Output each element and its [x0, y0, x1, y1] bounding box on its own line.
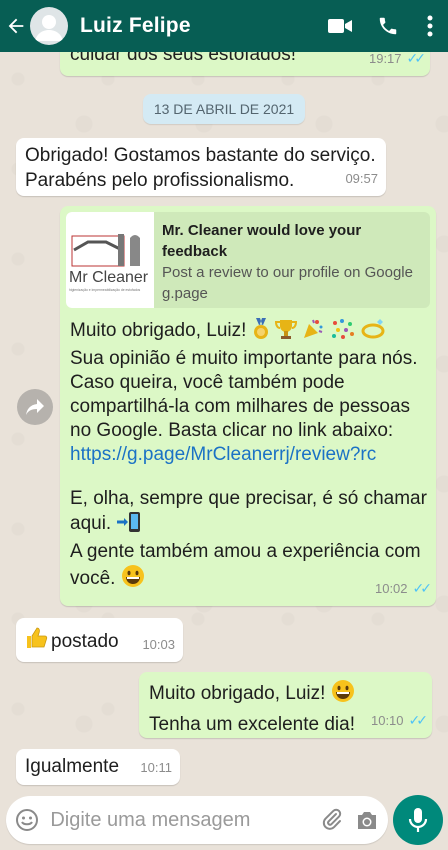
message-text-line: Caso queira, você também pode	[70, 372, 345, 393]
message-meta: 10:03	[142, 632, 175, 657]
logo-text: Mr Cleaner	[69, 269, 149, 286]
forward-icon	[26, 399, 44, 415]
read-receipt-icon: ✓✓	[412, 580, 433, 596]
message-meta: 10:11	[140, 755, 172, 780]
composer	[0, 792, 448, 850]
grinning-face-emoji-icon	[331, 679, 355, 711]
message-text: postado	[51, 631, 119, 652]
thumbs-up-emoji-icon	[25, 626, 49, 657]
back-button[interactable]	[2, 0, 30, 52]
grinning-face-emoji-icon	[121, 564, 145, 595]
message-outgoing[interactable]: cuidar dos seus estofados! 19:17 ✓✓	[60, 52, 430, 76]
date-separator: 13 DE ABRIL DE 2021	[143, 94, 305, 124]
ring-emoji-icon	[361, 318, 385, 347]
emoji-icon	[16, 809, 39, 831]
logo-subtext: higienização e impermeabilização de esto…	[69, 288, 141, 292]
party-popper-emoji-icon	[302, 318, 324, 347]
message-text-line: Muito obrigado, Luiz!	[70, 320, 247, 341]
microphone-icon	[408, 808, 428, 832]
paperclip-icon	[323, 808, 342, 830]
read-receipt-icon: ✓✓	[408, 712, 429, 728]
message-text: cuidar dos seus estofados!	[70, 52, 297, 65]
message-meta: 10:10 ✓✓	[370, 708, 429, 733]
default-avatar-icon	[35, 15, 63, 41]
message-outgoing[interactable]: Muito obrigado, Luiz! Tenha um excelente…	[139, 672, 432, 738]
attach-button[interactable]	[315, 796, 349, 844]
message-input[interactable]	[50, 808, 316, 832]
message-text-line: Sua opinião é muito importante para nós.	[70, 348, 418, 369]
arrow-left-icon	[8, 18, 24, 34]
message-time: 19:17	[368, 52, 402, 66]
link-description: Post a review to our profile on Google	[162, 264, 413, 281]
message-incoming[interactable]: Obrigado! Gostamos bastante do serviço. …	[16, 138, 386, 196]
message-text-line: Muito obrigado, Luiz!	[149, 683, 326, 704]
message-text-line: Obrigado! Gostamos bastante do serviço.	[25, 145, 376, 166]
avatar[interactable]	[30, 7, 68, 45]
message-input-box[interactable]	[6, 796, 388, 844]
message-list[interactable]: cuidar dos seus estofados! 19:17 ✓✓ 13 D…	[0, 52, 448, 792]
link-domain: g.page	[162, 285, 208, 302]
mr-cleaner-logo-icon: Mr Cleaner higienização e impermeabiliza…	[69, 234, 149, 292]
emoji-button[interactable]	[10, 796, 44, 844]
message-text-line: Parabéns pelo profissionalismo.	[25, 170, 295, 191]
message-text-line: compartilhá-la com milhares de pessoas	[70, 396, 411, 417]
message-text-line: no Google. Basta clicar no link abaixo:	[70, 420, 394, 441]
voice-call-button[interactable]	[364, 0, 412, 52]
message-outgoing-review[interactable]: Mr Cleaner higienização e impermeabiliza…	[60, 206, 436, 606]
forward-button[interactable]	[17, 389, 53, 425]
medal-emoji-icon	[252, 318, 270, 347]
message-incoming[interactable]: postado 10:03	[16, 618, 183, 662]
chat-header: Luiz Felipe	[0, 0, 448, 52]
video-call-button[interactable]	[316, 0, 364, 52]
link-preview-card[interactable]: Mr Cleaner higienização e impermeabiliza…	[66, 212, 430, 308]
message-time: 10:03	[142, 637, 175, 652]
video-camera-icon	[328, 19, 352, 33]
phone-icon	[379, 17, 397, 35]
message-text: Igualmente	[25, 756, 120, 777]
confetti-emoji-icon	[330, 318, 356, 347]
message-text-line: A gente também amou a experiência com	[70, 541, 421, 562]
message-incoming[interactable]: Igualmente 10:11	[16, 749, 180, 785]
mobile-phone-arrow-emoji-icon	[116, 511, 142, 540]
link-title-line: feedback	[162, 243, 228, 260]
contact-name[interactable]: Luiz Felipe	[80, 14, 316, 38]
review-link[interactable]: https://g.page/MrCleanerrj/review?rc	[70, 443, 427, 467]
message-text-line: Tenha um excelente dia!	[149, 714, 355, 735]
message-text-line: aqui.	[70, 513, 112, 534]
voice-message-button[interactable]	[393, 795, 443, 845]
link-thumbnail: Mr Cleaner higienização e impermeabiliza…	[66, 212, 154, 308]
read-receipt-icon: ✓✓	[406, 52, 427, 66]
message-text-line: E, olha, sempre que precisar, é só chama…	[70, 488, 427, 509]
message-time: 10:10	[370, 713, 404, 728]
more-vertical-icon	[427, 15, 433, 37]
message-time: 09:57	[345, 171, 378, 186]
message-meta: 09:57	[345, 166, 378, 191]
trophy-emoji-icon	[274, 318, 297, 347]
menu-button[interactable]	[412, 0, 448, 52]
message-text-line: você.	[70, 568, 116, 589]
message-meta: 19:17 ✓✓	[368, 52, 427, 71]
message-meta: 10:02 ✓✓	[374, 576, 433, 601]
message-time: 10:11	[140, 760, 172, 775]
camera-button[interactable]	[350, 796, 384, 844]
link-title-line: Mr. Cleaner would love your	[162, 222, 362, 239]
message-time: 10:02	[374, 581, 408, 596]
camera-icon	[357, 812, 376, 829]
